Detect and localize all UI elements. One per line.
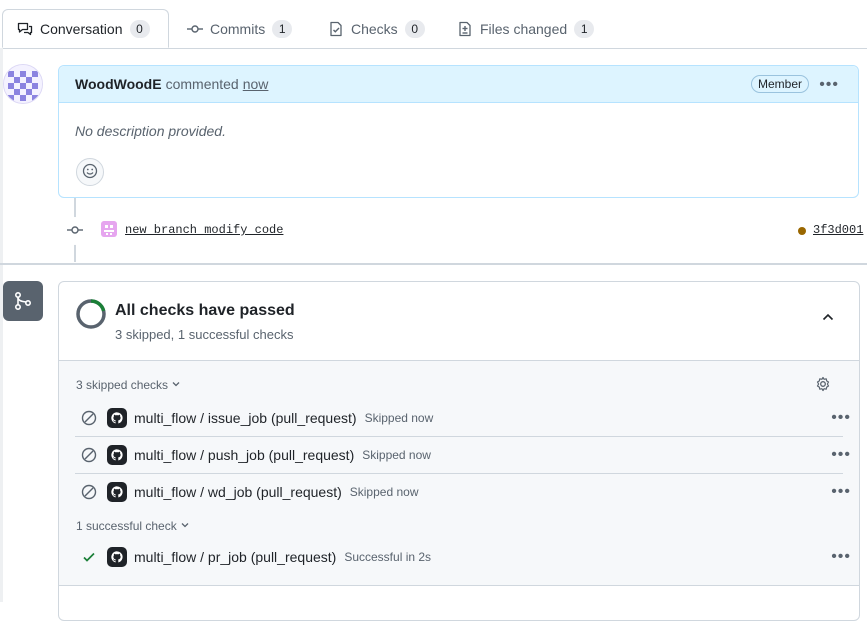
pr-tab-bar: Conversation 0 Commits 1 Checks 0 Files … (0, 0, 867, 49)
left-rail (0, 48, 3, 602)
git-commit-icon (67, 222, 83, 241)
checks-footer-divider (59, 585, 859, 586)
tab-count: 0 (129, 19, 150, 38)
comment-action: commented (165, 76, 239, 92)
check-row[interactable]: multi_flow / push_job (pull_request) Ski… (75, 437, 850, 474)
kebab-icon[interactable]: ••• (831, 483, 851, 501)
successful-checks-label: 1 successful check (76, 519, 177, 533)
checks-panel: All checks have passed 3 skipped, 1 succ… (58, 281, 860, 621)
check-name[interactable]: multi_flow / issue_job (pull_request) (134, 410, 357, 426)
github-icon (107, 445, 127, 465)
timeline-separator (0, 263, 867, 265)
tab-count: 1 (272, 19, 293, 38)
checks-status-ring-icon (75, 298, 107, 333)
successful-checks-toggle[interactable]: 1 successful check (76, 519, 190, 533)
kebab-icon[interactable]: ••• (831, 548, 851, 566)
tab-commits[interactable]: Commits 1 (187, 9, 293, 48)
checks-list: 3 skipped checks multi_flow / issue_job … (59, 361, 859, 585)
smiley-icon (82, 163, 98, 182)
add-reaction-button[interactable] (76, 158, 104, 186)
check-status: Skipped now (349, 485, 419, 499)
check-status: Successful in 2s (344, 550, 432, 564)
chevron-up-icon[interactable] (821, 310, 835, 327)
github-icon (107, 408, 127, 428)
skipped-icon (81, 410, 97, 426)
check-status: Skipped now (362, 448, 431, 462)
tab-count: 0 (404, 19, 425, 38)
comment-header: WoodWoodE commented now Member ••• (59, 66, 858, 103)
member-badge: Member (750, 75, 809, 93)
commit-node (61, 217, 89, 245)
tab-label: Files changed (480, 20, 568, 37)
tab-conversation[interactable]: Conversation 0 (2, 9, 169, 48)
commit-sha[interactable]: 3f3d001 (813, 223, 863, 237)
check-status: Skipped now (364, 411, 434, 425)
chevron-down-icon (180, 519, 190, 533)
kebab-icon[interactable]: ••• (831, 446, 851, 464)
check-row[interactable]: multi_flow / pr_job (pull_request) Succe… (75, 539, 850, 575)
github-icon (107, 482, 127, 502)
commit-status-dot[interactable] (798, 227, 806, 235)
tab-label: Checks (351, 20, 398, 37)
checklist-icon (328, 21, 344, 37)
comment-kebab-icon[interactable]: ••• (819, 76, 839, 94)
check-name[interactable]: multi_flow / push_job (pull_request) (134, 447, 354, 463)
comment-author[interactable]: WoodWoodE (75, 76, 162, 92)
tab-label: Conversation (40, 20, 123, 37)
tab-count: 1 (574, 19, 595, 38)
file-diff-icon (457, 21, 473, 37)
skipped-icon (81, 484, 97, 500)
github-icon (107, 547, 127, 567)
check-name[interactable]: multi_flow / pr_job (pull_request) (134, 549, 336, 565)
commit-message[interactable]: new branch modify code (125, 223, 283, 237)
checks-subtitle: 3 skipped, 1 successful checks (115, 327, 294, 342)
avatar[interactable] (3, 64, 43, 104)
checks-header: All checks have passed 3 skipped, 1 succ… (59, 282, 859, 361)
git-merge-icon (3, 281, 43, 321)
skipped-icon (81, 447, 97, 463)
checks-title: All checks have passed (115, 302, 295, 319)
kebab-icon[interactable]: ••• (831, 409, 851, 427)
chevron-down-icon (171, 378, 181, 392)
tab-label: Commits (210, 20, 266, 37)
check-row[interactable]: multi_flow / issue_job (pull_request) Sk… (75, 400, 850, 437)
conversation-icon (17, 21, 33, 37)
check-name[interactable]: multi_flow / wd_job (pull_request) (134, 484, 342, 500)
git-commit-icon (187, 21, 203, 37)
tab-checks[interactable]: Checks 0 (328, 9, 425, 48)
comment-box: WoodWoodE commented now Member ••• No de… (58, 65, 859, 198)
check-row[interactable]: multi_flow / wd_job (pull_request) Skipp… (75, 474, 850, 510)
tab-files-changed[interactable]: Files changed 1 (457, 9, 595, 48)
commit-author-avatar[interactable] (101, 221, 117, 237)
skipped-checks-toggle[interactable]: 3 skipped checks (76, 378, 181, 392)
comment-body: No description provided. (75, 123, 226, 139)
check-icon (81, 549, 97, 565)
gear-icon[interactable] (815, 376, 831, 395)
comment-time[interactable]: now (243, 76, 269, 92)
skipped-checks-label: 3 skipped checks (76, 378, 169, 392)
